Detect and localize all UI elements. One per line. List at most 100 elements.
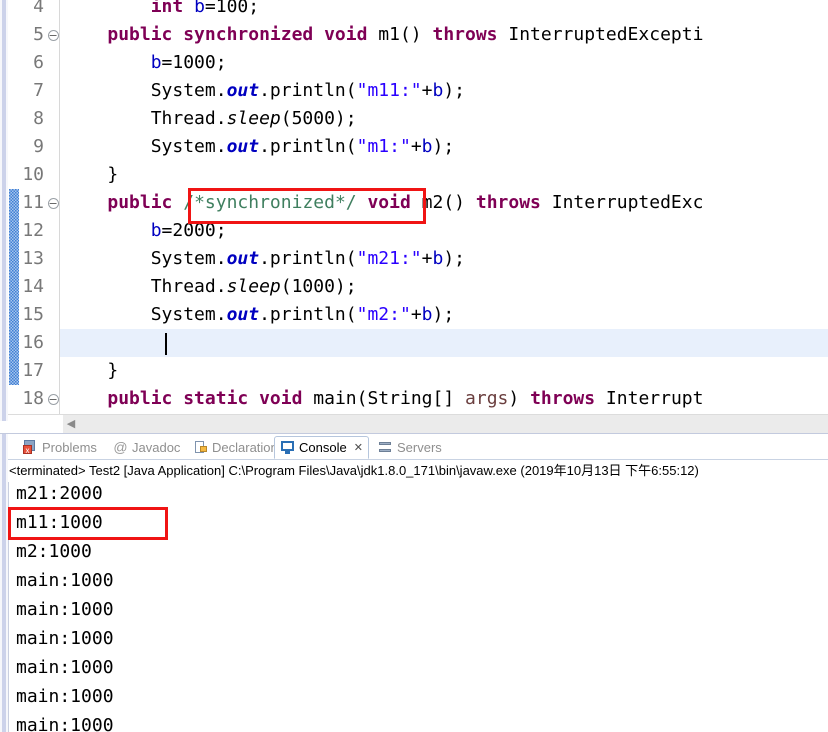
line-number: 4 (33, 0, 44, 17)
code-token: + (410, 304, 422, 325)
code-token: out (226, 304, 260, 325)
console-output-line: m11:1000 (16, 512, 103, 533)
console-output-line: main:1000 (16, 657, 114, 678)
fold-collapse-icon[interactable]: − (47, 21, 59, 49)
line-number: 18 (22, 388, 44, 409)
code-line-text: int b=100; (64, 0, 259, 21)
console-output-line: m2:1000 (16, 541, 92, 562)
code-token: System. (64, 80, 227, 101)
code-token: out (226, 248, 260, 269)
console-panel: Problems @ Javadoc Declaration Console ✕ Serve… (0, 434, 828, 732)
code-token: m1() (367, 24, 433, 45)
current-line-highlight (60, 329, 828, 357)
code-token: public synchronized void (107, 24, 368, 45)
code-token: sleep (226, 276, 281, 297)
tab-label: Problems (42, 440, 97, 455)
code-token: b (150, 220, 162, 241)
tab-problems[interactable]: Problems (18, 436, 102, 459)
code-line-text: System.out.println("m11:"+b); (64, 77, 465, 105)
code-line-text: b=1000; (64, 49, 227, 77)
code-token: "m11:" (356, 80, 422, 101)
code-token: + (421, 248, 433, 269)
code-token: public (107, 192, 173, 213)
tab-label: Servers (397, 440, 442, 455)
fold-collapse-icon[interactable]: − (47, 385, 59, 413)
line-number: 13 (22, 248, 44, 269)
console-output[interactable]: m21:2000 m11:1000 m2:1000 main:1000 main:100… (8, 482, 828, 732)
code-token: args (465, 388, 509, 409)
code-token: InterruptedExc (540, 192, 704, 213)
fold-collapse-icon[interactable]: − (47, 189, 59, 217)
line-number: 11 (22, 192, 44, 213)
scroll-left-arrow-icon[interactable]: ◀ (65, 418, 77, 430)
code-token: "m2:" (356, 304, 411, 325)
tab-console[interactable]: Console ✕ (274, 436, 369, 459)
code-token: String (367, 388, 433, 409)
code-token: + (421, 80, 433, 101)
tab-javadoc[interactable]: @ Javadoc (108, 436, 185, 459)
view-tab-bar: Problems @ Javadoc Declaration Console ✕ Serve… (8, 434, 828, 460)
code-token: b (432, 80, 444, 101)
code-line-text (64, 329, 151, 357)
line-number: 9 (33, 136, 44, 157)
code-token: + (410, 136, 422, 157)
code-token: throws (432, 24, 498, 45)
code-token: ); (443, 248, 466, 269)
line-number: 8 (33, 108, 44, 129)
code-token: Thread. (64, 276, 227, 297)
tab-bar-underline (8, 459, 828, 460)
code-token: [] (432, 388, 466, 409)
code-token: int (150, 0, 184, 17)
code-token: 100 (215, 0, 249, 17)
javadoc-icon: @ (113, 439, 128, 455)
code-token: out (226, 136, 260, 157)
code-token: ); (432, 136, 455, 157)
code-line-text: public synchronized void m1() throws Int… (64, 21, 703, 49)
editor-horizontal-scrollbar[interactable]: ◀ (8, 414, 828, 434)
code-line-text: } (64, 161, 118, 189)
text-caret (165, 333, 167, 355)
code-token: Thread. (64, 108, 227, 129)
line-number: 17 (22, 360, 44, 381)
console-launch-header: <terminated> Test2 [Java Application] C:… (9, 463, 699, 478)
tab-servers[interactable]: Servers (373, 436, 447, 459)
code-line-text: Thread.sleep(5000); (64, 105, 357, 133)
code-token: main( (302, 388, 368, 409)
code-line-text: Thread.sleep(1000); (64, 273, 357, 301)
code-token: "m21:" (356, 248, 422, 269)
code-token: throws (475, 192, 541, 213)
line-number: 5 (33, 24, 44, 45)
console-output-line: main:1000 (16, 715, 114, 732)
tab-declaration[interactable]: Declaration (188, 436, 283, 459)
code-token: void (367, 192, 411, 213)
code-token: .println( (259, 248, 357, 269)
code-token: (5000); (280, 108, 357, 129)
scrollbar-left-pad (8, 415, 63, 433)
eclipse-window: 4 int b=100; 5− public synchronized void … (0, 0, 828, 732)
code-line-text: } (64, 357, 118, 385)
line-number: 7 (33, 80, 44, 101)
code-token: b (432, 248, 444, 269)
tab-label: Console (299, 440, 347, 455)
console-output-line: main:1000 (16, 599, 114, 620)
code-token: InterruptedExcepti (497, 24, 704, 45)
code-token: System. (64, 136, 227, 157)
code-token: ); (432, 304, 455, 325)
close-icon[interactable]: ✕ (354, 441, 363, 454)
code-token: "m1:" (356, 136, 411, 157)
console-output-line: m21:2000 (16, 483, 103, 504)
code-token: } (64, 360, 119, 381)
code-surface[interactable]: 4 int b=100; 5− public synchronized void … (0, 0, 828, 421)
code-token: throws (530, 388, 596, 409)
console-left-rule (8, 482, 9, 732)
code-token: b (150, 52, 162, 73)
tab-label: Declaration (212, 440, 278, 455)
line-number: 14 (22, 276, 44, 297)
code-token: } (64, 164, 119, 185)
